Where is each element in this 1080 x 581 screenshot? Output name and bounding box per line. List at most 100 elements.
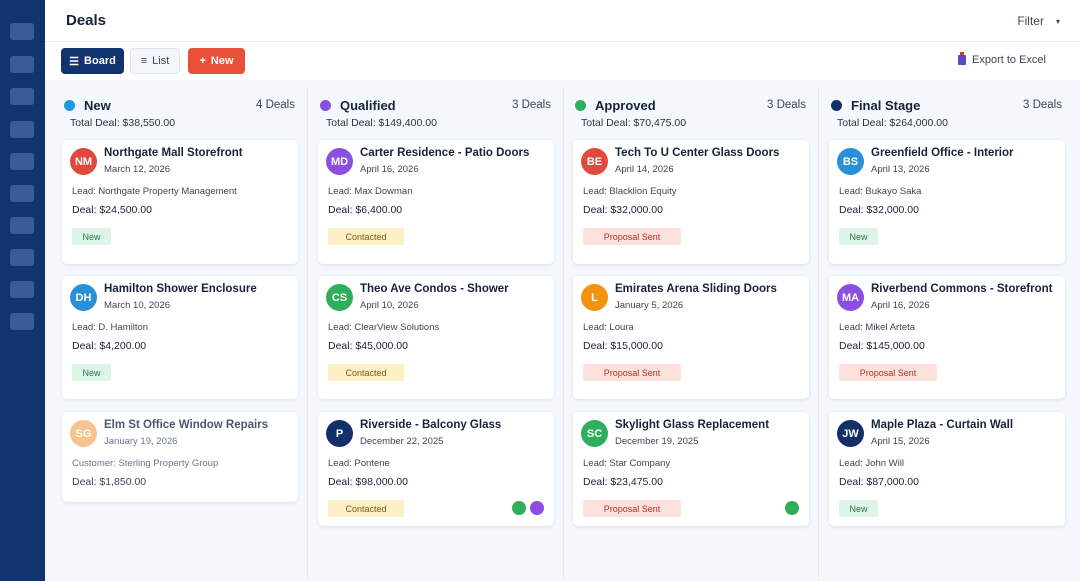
deal-card[interactable]: L Emirates Arena Sliding Doors January 5… — [573, 276, 809, 399]
stage-dot-icon — [831, 100, 842, 111]
deal-date: April 14, 2026 — [615, 164, 674, 175]
deal-title: Carter Residence - Patio Doors — [360, 147, 530, 159]
column-deal-count: 4 Deals — [256, 99, 295, 111]
deal-lead: Lead: Bukayo Saka — [839, 186, 922, 197]
export-to-excel-button[interactable]: Export to Excel — [958, 52, 1046, 66]
deal-date: March 10, 2026 — [104, 300, 171, 311]
deal-title: Tech To U Center Glass Doors — [615, 147, 780, 159]
deal-card[interactable]: SG Elm St Office Window Repairs January … — [62, 412, 298, 502]
column-title: Qualified — [340, 98, 396, 113]
deal-amount: Deal: $4,200.00 — [72, 340, 147, 352]
deal-card[interactable]: DH Hamilton Shower Enclosure March 10, 2… — [62, 276, 298, 399]
status-badge: New — [72, 364, 111, 381]
deal-lead: Lead: Star Company — [583, 458, 671, 469]
deal-title: Theo Ave Condos - Shower — [360, 283, 509, 295]
chevron-down-icon: ▾ — [1055, 16, 1060, 26]
deal-date: April 16, 2026 — [871, 300, 930, 311]
status-badge: Contacted — [328, 500, 404, 517]
avatar: SG — [70, 420, 97, 447]
assignee-dot[interactable] — [530, 501, 544, 515]
sidebar-nav-item[interactable] — [10, 217, 34, 234]
avatar: NM — [70, 148, 97, 175]
page-title: Deals — [66, 12, 107, 29]
status-badge: New — [72, 228, 111, 245]
assignee-dots — [512, 501, 544, 515]
deal-card[interactable]: BS Greenfield Office - Interior April 13… — [829, 140, 1065, 264]
deal-lead: Lead: Max Dowman — [328, 186, 413, 197]
deal-title: Elm St Office Window Repairs — [104, 419, 269, 431]
assignee-dot[interactable] — [785, 501, 799, 515]
page-header: Deals Filter ▾ — [45, 0, 1080, 42]
deal-card[interactable]: NM Northgate Mall Storefront March 12, 2… — [62, 140, 298, 264]
sidebar-nav-item[interactable] — [10, 88, 34, 105]
deal-title: Riverbend Commons - Storefront — [871, 283, 1053, 295]
column-header: Final Stage 3 Deals — [831, 97, 1071, 115]
deal-date: January 5, 2026 — [615, 300, 684, 311]
column-header: Qualified 3 Deals — [320, 97, 560, 115]
deal-lead: Lead: John Will — [839, 458, 904, 469]
deal-card[interactable]: SC Skylight Glass Replacement December 1… — [573, 412, 809, 526]
column-divider — [307, 88, 308, 581]
column-qualified: Qualified 3 Deals Total Deal: $149,400.0… — [315, 88, 563, 581]
board-view-button[interactable]: ☰ Board — [61, 48, 124, 74]
column-deal-count: 3 Deals — [767, 99, 806, 111]
status-badge: Proposal Sent — [839, 364, 937, 381]
column-header: New 4 Deals — [64, 97, 304, 115]
assignee-dots — [785, 501, 799, 515]
sidebar-nav-item[interactable] — [10, 121, 34, 138]
deal-title: Northgate Mall Storefront — [104, 147, 243, 159]
status-badge: Proposal Sent — [583, 500, 681, 517]
avatar: DH — [70, 284, 97, 311]
status-badge: Contacted — [328, 228, 404, 245]
deal-amount: Deal: $87,000.00 — [839, 476, 919, 488]
sidebar-nav-item[interactable] — [10, 313, 34, 330]
deal-customer: Customer: Sterling Property Group — [72, 458, 219, 469]
list-view-button[interactable]: ≡ List — [130, 48, 180, 74]
column-divider — [818, 88, 819, 581]
deal-title: Greenfield Office - Interior — [871, 147, 1014, 159]
stage-dot-icon — [320, 100, 331, 111]
sidebar-nav-item[interactable] — [10, 153, 34, 170]
column-title: Approved — [595, 98, 656, 113]
deal-card[interactable]: JW Maple Plaza - Curtain Wall April 15, … — [829, 412, 1065, 526]
deal-card[interactable]: P Riverside - Balcony Glass December 22,… — [318, 412, 554, 526]
export-label: Export to Excel — [972, 54, 1046, 66]
deal-date: December 22, 2025 — [360, 436, 444, 447]
new-deal-button[interactable]: + New — [188, 48, 245, 74]
status-badge: New — [839, 500, 878, 517]
sidebar-nav-item[interactable] — [10, 23, 34, 40]
deal-lead: Lead: ClearView Solutions — [328, 322, 440, 333]
column-title: Final Stage — [851, 98, 921, 113]
sidebar-nav-item[interactable] — [10, 249, 34, 266]
column-approved: Approved 3 Deals Total Deal: $70,475.00 … — [570, 88, 818, 581]
deal-amount: Deal: $15,000.00 — [583, 340, 663, 352]
deal-lead: Lead: Loura — [583, 322, 634, 333]
deal-amount: Deal: $32,000.00 — [839, 204, 919, 216]
deal-card[interactable]: CS Theo Ave Condos - Shower April 10, 20… — [318, 276, 554, 399]
deal-amount: Deal: $1,850.00 — [72, 476, 147, 488]
stage-dot-icon — [64, 100, 75, 111]
deal-title: Emirates Arena Sliding Doors — [615, 283, 777, 295]
sidebar-nav-item[interactable] — [10, 281, 34, 298]
status-badge: Proposal Sent — [583, 364, 681, 381]
avatar: MA — [837, 284, 864, 311]
deal-card[interactable]: MA Riverbend Commons - Storefront April … — [829, 276, 1065, 399]
deal-date: April 16, 2026 — [360, 164, 419, 175]
deal-lead: Lead: D. Hamilton — [72, 322, 149, 333]
column-total: Total Deal: $149,400.00 — [326, 117, 437, 129]
avatar: MD — [326, 148, 353, 175]
deal-title: Skylight Glass Replacement — [615, 419, 770, 431]
deal-lead: Lead: Pontene — [328, 458, 390, 469]
column-total: Total Deal: $264,000.00 — [837, 117, 948, 129]
sidebar — [0, 0, 45, 581]
kanban-board: New 4 Deals Total Deal: $38,550.00 NM No… — [45, 80, 1080, 581]
deal-lead: Lead: Mikel Arteta — [839, 322, 916, 333]
sidebar-nav-item[interactable] — [10, 56, 34, 73]
deal-card[interactable]: MD Carter Residence - Patio Doors April … — [318, 140, 554, 264]
filter-dropdown[interactable]: Filter ▾ — [1017, 14, 1060, 28]
deal-card[interactable]: BE Tech To U Center Glass Doors April 14… — [573, 140, 809, 264]
column-deal-count: 3 Deals — [1023, 99, 1062, 111]
sidebar-nav-item[interactable] — [10, 185, 34, 202]
deal-title: Hamilton Shower Enclosure — [104, 283, 257, 295]
assignee-dot[interactable] — [512, 501, 526, 515]
